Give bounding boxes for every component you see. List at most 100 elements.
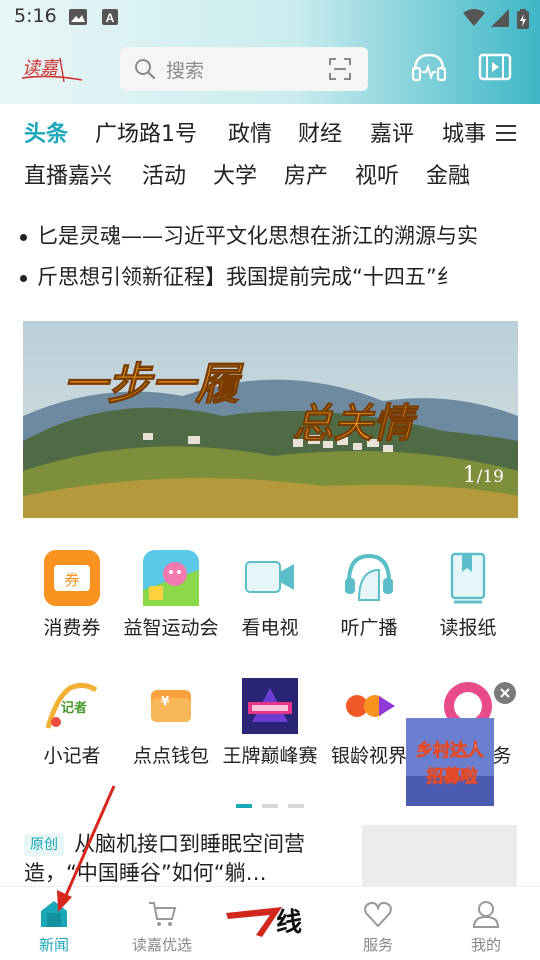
live-broadcast-icon[interactable] [412, 52, 446, 84]
home-news-icon [41, 901, 67, 927]
nav-dujia-select[interactable]: 读嘉优选 [108, 887, 216, 960]
scan-icon[interactable] [328, 57, 352, 81]
nav-profile[interactable]: 我的 [432, 887, 540, 960]
close-ad-button[interactable] [494, 682, 516, 704]
grid-label: 点点钱包 [132, 745, 209, 767]
nav-label: 我的 [470, 936, 501, 954]
article-title: 从脑机接口到睡眠空间营造，“中国睡谷”如何“躺… [24, 832, 305, 885]
ad-line-2: 招募啦 [427, 766, 478, 787]
grid-item-ace-contest[interactable]: 王牌巅峰赛 [220, 678, 320, 768]
bullet-icon [20, 233, 27, 241]
little-reporter-icon: 记者 [44, 678, 100, 734]
image-icon [69, 9, 87, 25]
banner-image: 一步一履 总关情 [23, 321, 518, 518]
grid-label: 听广播 [340, 617, 398, 639]
search-input[interactable]: 搜索 [120, 47, 368, 91]
menu-icon[interactable] [494, 122, 518, 144]
nav-news[interactable]: 新闻 [0, 887, 108, 960]
tab-commentary[interactable]: 嘉评 [370, 116, 414, 148]
banner-carousel[interactable]: 一步一履 总关情 1/19 [23, 321, 518, 518]
tab-real-estate[interactable]: 房产 [284, 158, 328, 190]
grid-item-watch-tv[interactable]: 看电视 [220, 550, 320, 640]
pager-dot-active [236, 804, 252, 808]
grid-item-little-reporter[interactable]: 记者 小记者 [22, 678, 122, 768]
pager-dot [262, 804, 278, 808]
tab-finance[interactable]: 财经 [298, 116, 342, 148]
headline-text: 斤思想引领新征程】我国提前完成“十四五”纟 [37, 265, 458, 289]
a-letter-icon: A [102, 9, 118, 25]
app-bar: 读嘉 搜索 [0, 38, 540, 100]
coupon-icon: 券 [44, 550, 100, 606]
headset-icon [341, 550, 397, 606]
tab-city[interactable]: 城事 [442, 116, 486, 148]
grid-item-puzzle-games[interactable]: 益智运动会 [121, 550, 221, 640]
grid-label: 消费券 [43, 617, 101, 639]
shopping-cart-icon [149, 902, 177, 926]
heart-service-icon [364, 901, 392, 928]
grid-label: 看电视 [241, 617, 299, 639]
wifi-icon [463, 9, 485, 26]
newspaper-bookmark-icon [440, 550, 496, 606]
status-bar: 5:16 A [0, 0, 540, 36]
battery-charging-icon [517, 9, 529, 29]
article-thumbnail[interactable] [362, 825, 517, 887]
article-card[interactable]: 从脑机接口到睡眠空间营造，“中国睡谷”如何“躺… [24, 830, 354, 888]
close-icon [500, 688, 510, 698]
tab-politics[interactable]: 政情 [228, 116, 272, 148]
tab-audio-video[interactable]: 视听 [355, 158, 399, 190]
puzzle-game-icon [143, 550, 199, 606]
svg-text:线: 线 [276, 908, 302, 938]
profile-icon [472, 901, 500, 928]
headline-item[interactable]: 斤思想引领新征程】我国提前完成“十四五”纟 [20, 261, 540, 291]
bullet-icon [20, 274, 27, 282]
svg-text:A: A [106, 11, 115, 25]
grid-item-silver-age[interactable]: 银龄视界 [319, 678, 419, 768]
silver-age-icon [341, 678, 397, 734]
search-icon [135, 59, 156, 80]
svg-text:一步一履: 一步一履 [63, 359, 244, 410]
grid-label: 读报纸 [439, 617, 497, 639]
grid-label: 王牌巅峰赛 [222, 745, 318, 767]
ace-contest-icon [242, 678, 298, 734]
tab-events[interactable]: 活动 [142, 158, 186, 190]
grid-item-wallet[interactable]: ¥ 点点钱包 [121, 678, 221, 768]
channel-tabs-row-2: 直播嘉兴 活动 大学 房产 视听 金融 [0, 158, 540, 194]
app-logo[interactable]: 读嘉 [20, 54, 84, 84]
nav-label: 新闻 [38, 936, 69, 954]
bottom-nav: 新闻 读嘉优选 线 一线 服务 我的 [0, 886, 540, 960]
tab-banking[interactable]: 金融 [426, 158, 470, 190]
grid-label: 小记者 [43, 745, 101, 767]
tab-live-jiaxing[interactable]: 直播嘉兴 [24, 158, 112, 190]
nav-yixian[interactable]: 线 一线 [216, 887, 324, 960]
yixian-logo-icon: 线 [226, 907, 302, 938]
svg-text:记者: 记者 [61, 700, 87, 716]
wallet-icon: ¥ [143, 678, 199, 734]
grid-item-radio[interactable]: 听广播 [319, 550, 419, 640]
tab-headlines[interactable]: 头条 [24, 116, 68, 148]
nav-services[interactable]: 服务 [324, 887, 432, 960]
svg-text:券: 券 [64, 571, 79, 589]
tv-camera-icon [242, 550, 298, 606]
search-placeholder: 搜索 [166, 60, 205, 82]
original-badge: 原创 [24, 834, 64, 856]
signal-icon [491, 9, 509, 27]
svg-text:¥: ¥ [161, 694, 170, 708]
ad-line-1: 乡村达人 [416, 740, 485, 761]
status-time: 5:16 [14, 5, 57, 27]
nav-label: 服务 [362, 936, 393, 954]
video-icon[interactable] [478, 52, 512, 82]
grid-item-newspaper[interactable]: 读报纸 [418, 550, 518, 640]
svg-text:总关情: 总关情 [293, 400, 419, 447]
pager-dot [288, 804, 304, 808]
tab-university[interactable]: 大学 [213, 158, 257, 190]
grid-label: 银龄视界 [330, 745, 407, 767]
channel-tabs-row-1: 头条 广场路1号 政情 财经 嘉评 城事 [0, 116, 540, 152]
floating-ad[interactable]: 乡村达人 招募啦 [406, 718, 494, 806]
headline-text: 匕是灵魂——习近平文化思想在浙江的溯源与实 [37, 224, 478, 248]
nav-label: 读嘉优选 [131, 936, 192, 954]
grid-item-coupon[interactable]: 券 消费券 [22, 550, 122, 640]
banner-counter: 1/19 [462, 463, 504, 488]
tab-guangchanglu[interactable]: 广场路1号 [95, 116, 197, 148]
grid-label: 益智运动会 [123, 617, 219, 639]
headline-item[interactable]: 匕是灵魂——习近平文化思想在浙江的溯源与实 [20, 220, 540, 250]
